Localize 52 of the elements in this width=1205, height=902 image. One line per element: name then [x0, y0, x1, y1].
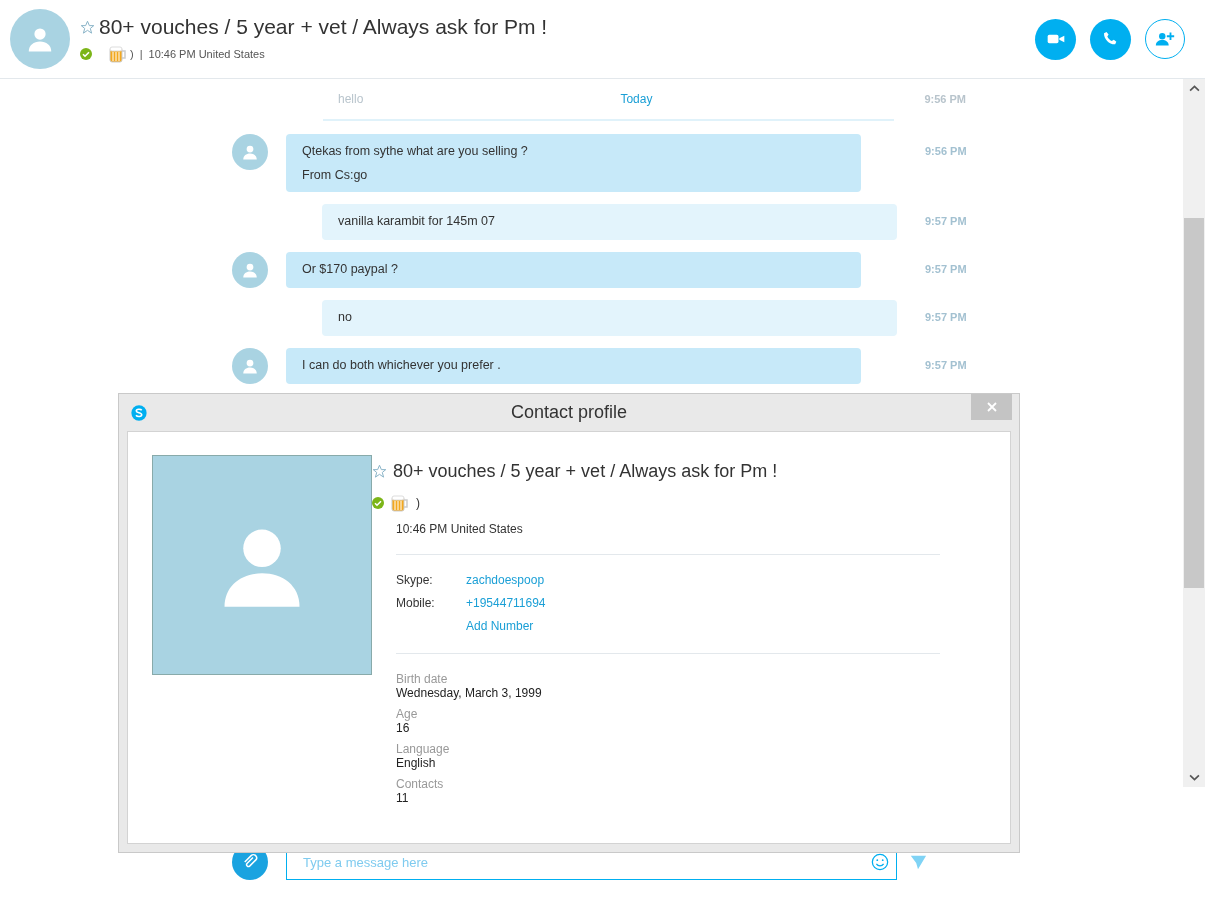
message-bubble: Qtekas from sythe what are you selling ? From Cs:go — [286, 134, 861, 192]
detail-label: Age — [396, 707, 419, 721]
message-time: 9:57 PM — [925, 263, 967, 275]
contact-link[interactable]: Add Number — [466, 619, 534, 635]
detail-label: Birth date — [396, 672, 449, 686]
contact-link[interactable]: +19544711694 — [466, 596, 546, 612]
message-time: 9:57 PM — [925, 359, 967, 371]
scroll-down-icon[interactable] — [1188, 774, 1200, 781]
star-icon[interactable] — [80, 19, 95, 35]
contact-link[interactable]: zachdoespoop — [466, 573, 545, 589]
close-button[interactable] — [971, 394, 1012, 420]
message-time: 9:57 PM — [925, 311, 967, 323]
local-time: 10:46 PM United States — [396, 522, 524, 536]
message-text: hello — [338, 92, 364, 106]
sender-avatar — [232, 252, 268, 288]
detail-label: Language — [396, 742, 451, 756]
message-bubble: I can do both whichever you prefer . — [286, 348, 861, 384]
mood-text: ) — [416, 496, 420, 510]
add-contact-button[interactable] — [1145, 18, 1185, 59]
contact-name: 80+ vouches / 5 year + vet / Always ask for Pm ! — [393, 461, 778, 482]
close-icon — [986, 402, 997, 412]
detail-value: 11 — [396, 791, 410, 805]
sender-avatar — [232, 134, 268, 170]
detail-label: Contacts — [396, 777, 445, 791]
message-time: 9:57 PM — [925, 215, 967, 227]
message-time: 9:56 PM — [925, 145, 967, 157]
contact-name: 80+ vouches / 5 year + vet / Always ask for Pm ! — [99, 15, 548, 39]
detail-value: Wednesday, March 3, 1999 — [396, 686, 543, 700]
mood-text: ) — [130, 48, 134, 60]
beer-mug-icon — [390, 494, 410, 512]
dialog-title: Contact profile — [509, 402, 629, 423]
message-bubble: Or $170 paypal ? — [286, 252, 861, 288]
detail-value: 16 — [396, 721, 411, 735]
beer-mug-icon — [108, 45, 128, 63]
message-time: 9:56 PM — [924, 93, 966, 105]
star-icon[interactable] — [372, 464, 387, 479]
contact-avatar[interactable] — [10, 9, 70, 69]
message-bubble: vanilla karambit for 145m 07 — [322, 204, 897, 240]
video-call-button[interactable] — [1035, 18, 1076, 60]
detail-value: English — [396, 756, 437, 770]
field-label: Skype: — [396, 573, 433, 587]
local-time: 10:46 PM United States — [148, 48, 265, 60]
emoticon-icon[interactable] — [871, 853, 889, 871]
scroll-up-icon[interactable] — [1188, 85, 1200, 92]
call-button[interactable] — [1090, 18, 1131, 60]
message-bubble: no — [322, 300, 897, 336]
scrollbar-thumb[interactable] — [1184, 218, 1204, 588]
skype-logo-icon — [130, 403, 148, 422]
separator-text: | — [139, 48, 143, 60]
field-label: Mobile: — [396, 596, 435, 610]
date-divider: Today — [620, 92, 653, 106]
sender-avatar — [232, 348, 268, 384]
